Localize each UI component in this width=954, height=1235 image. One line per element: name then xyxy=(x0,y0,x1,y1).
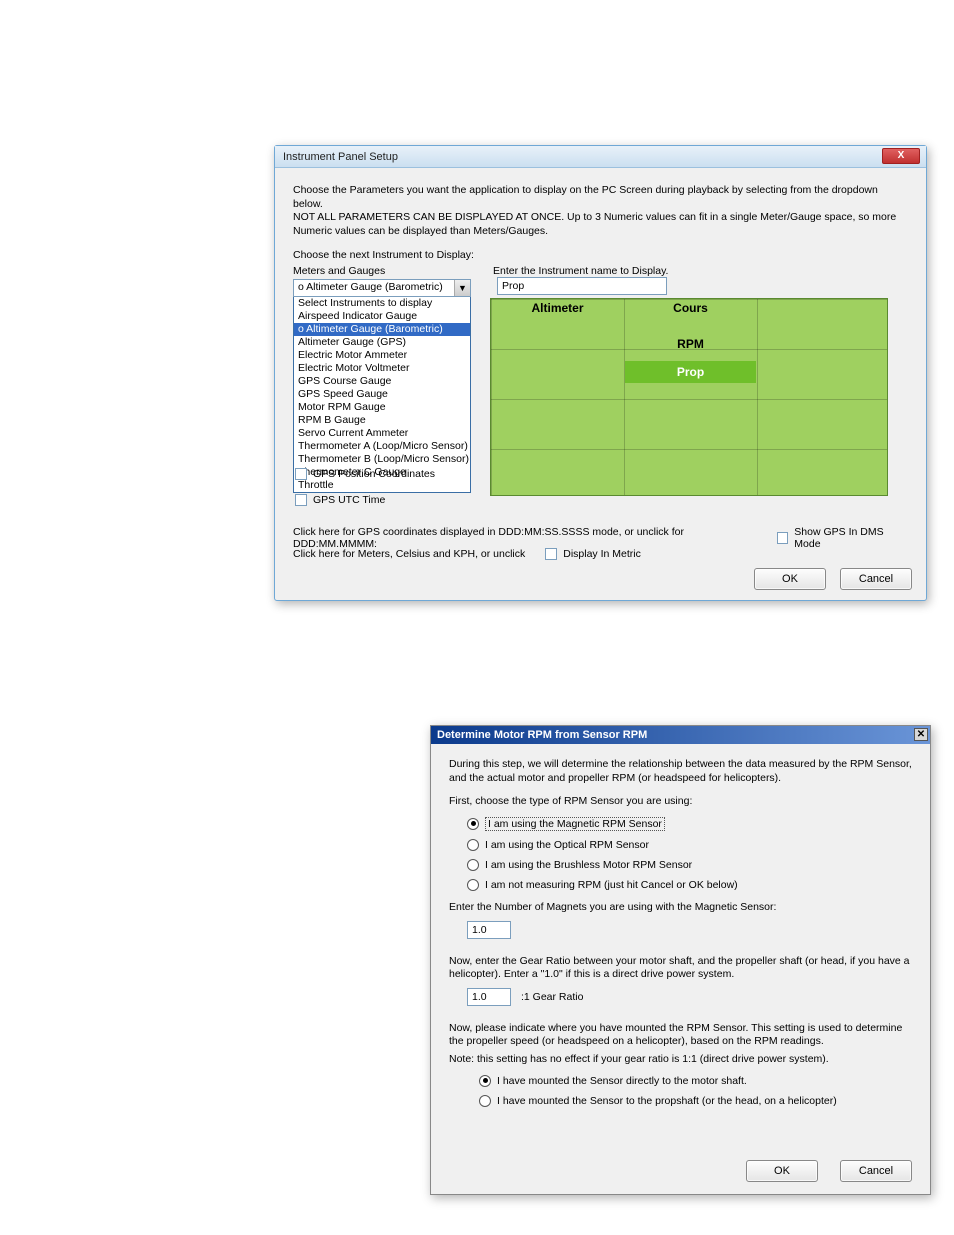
gps-utc-checkbox[interactable] xyxy=(295,494,307,506)
magnets-input[interactable] xyxy=(467,921,511,939)
dropdown-item[interactable]: Thermometer A (Loop/Micro Sensor) xyxy=(294,440,470,453)
radio-mount-motor[interactable] xyxy=(479,1075,491,1087)
instrument-grid-preview: Altimeter Cours RPM Prop xyxy=(490,298,888,496)
dropdown-arrow-icon[interactable]: ▼ xyxy=(454,280,470,296)
rpm-sensor-radio-group: I am using the Magnetic RPM Sensor I am … xyxy=(467,817,912,891)
enter-name-label: Enter the Instrument name to Display. xyxy=(493,265,908,277)
dropdown-item[interactable]: Electric Motor Ammeter xyxy=(294,349,470,362)
dialog1-body: Choose the Parameters you want the appli… xyxy=(275,168,926,600)
close-x-icon-2: ✕ xyxy=(917,729,925,740)
gear-ratio-text: Now, enter the Gear Ratio between your m… xyxy=(449,955,912,982)
dropdown-item[interactable]: o Altimeter Gauge (Barometric) xyxy=(294,323,470,336)
metric-text: Click here for Meters, Celsius and KPH, … xyxy=(293,548,525,560)
radio-optical[interactable] xyxy=(467,839,479,851)
radio-brushless-label: I am using the Brushless Motor RPM Senso… xyxy=(485,859,692,871)
instrument-name-input[interactable] xyxy=(497,277,667,295)
radio-mount-motor-label: I have mounted the Sensor directly to th… xyxy=(497,1075,747,1087)
radio-brushless[interactable] xyxy=(467,859,479,871)
dropdown-item[interactable]: Motor RPM Gauge xyxy=(294,401,470,414)
mount-text: Now, please indicate where you have moun… xyxy=(449,1022,912,1049)
determine-rpm-dialog: Determine Motor RPM from Sensor RPM ✕ Du… xyxy=(430,725,931,1195)
gear-ratio-input[interactable] xyxy=(467,988,511,1006)
radio-not-measuring-label: I am not measuring RPM (just hit Cancel … xyxy=(485,879,738,891)
grid-cell-altimeter[interactable]: Altimeter xyxy=(492,301,623,325)
gps-dms-text: Click here for GPS coordinates displayed… xyxy=(293,526,757,550)
magnets-label: Enter the Number of Magnets you are usin… xyxy=(449,901,912,915)
gps-checkbox-group: GPS Position Coordinates GPS UTC Time xyxy=(295,460,435,506)
radio-mount-propshaft[interactable] xyxy=(479,1095,491,1107)
mount-note: Note: this setting has no effect if your… xyxy=(449,1053,912,1067)
rpm-choose-label: First, choose the type of RPM Sensor you… xyxy=(449,795,912,809)
radio-optical-label: I am using the Optical RPM Sensor xyxy=(485,839,649,851)
dropdown-item[interactable]: Airspeed Indicator Gauge xyxy=(294,310,470,323)
close-x-icon: X xyxy=(898,150,905,161)
choose-next-label: Choose the next Instrument to Display: xyxy=(293,249,908,261)
show-gps-dms-checkbox[interactable] xyxy=(777,532,789,544)
grid-cell-rpm[interactable]: RPM xyxy=(625,337,756,361)
dropdown-item[interactable]: GPS Speed Gauge xyxy=(294,388,470,401)
dialog2-titlebar: Determine Motor RPM from Sensor RPM ✕ xyxy=(431,726,930,744)
instrument-select[interactable]: o Altimeter Gauge (Barometric) ▼ xyxy=(293,279,471,297)
gps-position-checkbox[interactable] xyxy=(295,468,307,480)
dialog1-title: Instrument Panel Setup xyxy=(283,151,398,163)
ok-button-2[interactable]: OK xyxy=(746,1160,818,1182)
gps-utc-label: GPS UTC Time xyxy=(313,494,385,506)
close-button-2[interactable]: ✕ xyxy=(914,728,928,741)
rpm-intro: During this step, we will determine the … xyxy=(449,758,912,785)
grid-cell-prop-selected[interactable]: Prop xyxy=(625,361,756,383)
instrument-panel-setup-dialog: Instrument Panel Setup X Choose the Para… xyxy=(274,145,927,601)
show-gps-dms-label: Show GPS In DMS Mode xyxy=(794,526,909,550)
instrument-select-value: o Altimeter Gauge (Barometric) xyxy=(294,280,454,296)
grid-cell-cours[interactable]: Cours xyxy=(625,301,756,325)
radio-not-measuring[interactable] xyxy=(467,879,479,891)
close-button[interactable]: X xyxy=(882,148,920,164)
display-metric-checkbox[interactable] xyxy=(545,548,557,560)
meters-gauges-label: Meters and Gauges xyxy=(293,265,493,277)
dropdown-item[interactable]: Electric Motor Voltmeter xyxy=(294,362,470,375)
intro-line-1: Choose the Parameters you want the appli… xyxy=(293,184,908,211)
dialog2-title: Determine Motor RPM from Sensor RPM xyxy=(437,729,647,741)
dropdown-item[interactable]: RPM B Gauge xyxy=(294,414,470,427)
radio-magnetic[interactable] xyxy=(467,818,479,830)
cancel-button-2[interactable]: Cancel xyxy=(840,1160,912,1182)
dropdown-header: Select Instruments to display xyxy=(294,297,470,310)
cancel-button[interactable]: Cancel xyxy=(840,568,912,590)
dropdown-item[interactable]: Servo Current Ammeter xyxy=(294,427,470,440)
gear-ratio-label: :1 Gear Ratio xyxy=(521,991,583,1003)
dialog1-titlebar: Instrument Panel Setup X xyxy=(275,146,926,168)
dialog2-body: During this step, we will determine the … xyxy=(431,744,930,1194)
dropdown-item[interactable]: GPS Course Gauge xyxy=(294,375,470,388)
intro-line-2: NOT ALL PARAMETERS CAN BE DISPLAYED AT O… xyxy=(293,211,908,238)
dropdown-item[interactable]: Altimeter Gauge (GPS) xyxy=(294,336,470,349)
radio-magnetic-label: I am using the Magnetic RPM Sensor xyxy=(485,817,665,831)
mount-radio-group: I have mounted the Sensor directly to th… xyxy=(479,1075,912,1107)
gps-position-label: GPS Position Coordinates xyxy=(313,468,435,480)
display-metric-label: Display In Metric xyxy=(563,548,641,560)
ok-button[interactable]: OK xyxy=(754,568,826,590)
radio-mount-propshaft-label: I have mounted the Sensor to the propsha… xyxy=(497,1095,837,1107)
